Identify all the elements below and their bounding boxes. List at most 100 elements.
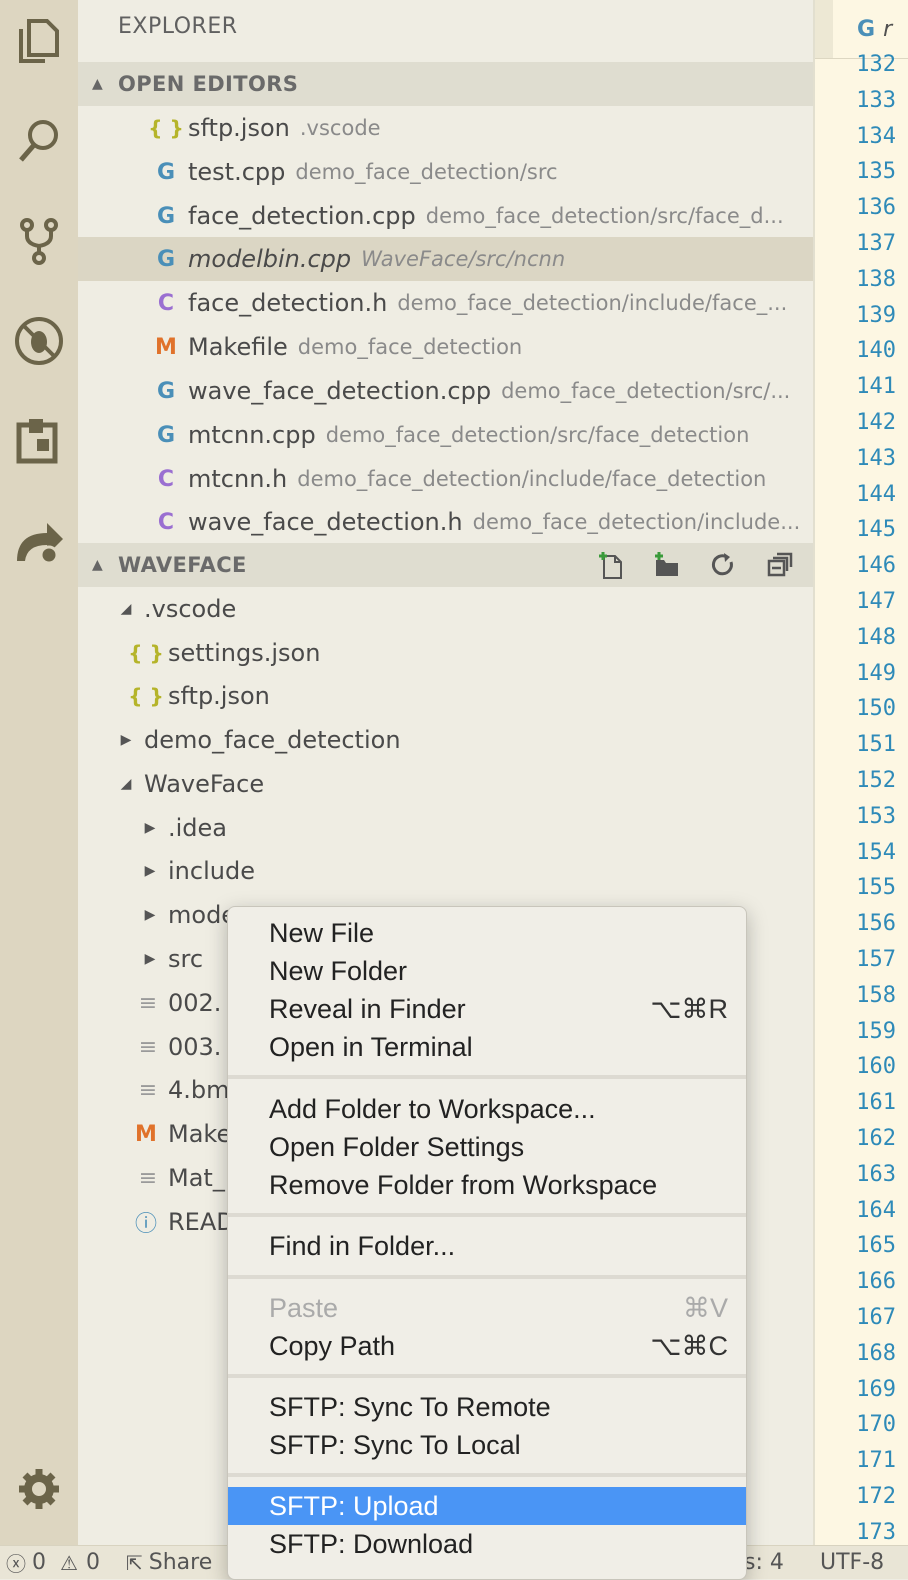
collapse-all-icon[interactable] bbox=[751, 550, 807, 580]
line-number: 136 bbox=[856, 195, 896, 221]
cpp-file-icon: G bbox=[156, 378, 176, 404]
editor-pane[interactable]: G r 132 133 134 135 136 137 138 139 140 141 142 143… bbox=[813, 0, 908, 1545]
menu-item-sftp-download[interactable]: SFTP: Download bbox=[228, 1525, 746, 1563]
editor-tab-strip: G r bbox=[815, 0, 908, 59]
line-number: 153 bbox=[856, 803, 896, 829]
menu-item-paste[interactable]: Paste ⌘V bbox=[228, 1289, 746, 1327]
line-number: 140 bbox=[856, 338, 896, 364]
makefile-icon: M bbox=[135, 1121, 157, 1147]
open-editor-name: mtcnn.h bbox=[188, 465, 288, 493]
menu-item-find-in-folder[interactable]: Find in Folder... bbox=[228, 1227, 746, 1265]
activity-bar bbox=[0, 0, 78, 1578]
tree-folder-vscode[interactable]: ◢ .vscode bbox=[78, 587, 813, 631]
encoding-label: UTF-8 bbox=[820, 1550, 885, 1575]
source-control-icon[interactable] bbox=[0, 206, 78, 276]
menu-item-add-folder-to-workspace[interactable]: Add Folder to Workspace... bbox=[228, 1090, 746, 1128]
open-editor-path: demo_face_detection/src/face_detection bbox=[325, 423, 750, 447]
new-file-icon[interactable] bbox=[583, 550, 639, 580]
files-icon[interactable] bbox=[0, 6, 78, 76]
collapse-triangle-icon: ▲ bbox=[92, 557, 104, 573]
expanded-triangle-icon: ◢ bbox=[120, 601, 132, 617]
indentation-item[interactable]: s: 4 bbox=[744, 1550, 784, 1575]
open-editors-title: OPEN EDITORS bbox=[118, 72, 299, 96]
refresh-icon[interactable] bbox=[695, 550, 751, 580]
line-number: 145 bbox=[856, 517, 896, 543]
open-editor-item[interactable]: C mtcnn.h demo_face_detection/include/fa… bbox=[78, 457, 813, 501]
open-editor-path: demo_face_detection/include... bbox=[472, 510, 801, 534]
new-folder-icon[interactable] bbox=[639, 550, 695, 580]
tree-folder[interactable]: ▶ include bbox=[78, 849, 813, 893]
line-number: 135 bbox=[856, 159, 896, 185]
line-number: 142 bbox=[856, 410, 896, 435]
workspace-header[interactable]: ▲ WAVEFACE bbox=[78, 543, 813, 587]
line-number: 150 bbox=[856, 696, 896, 722]
indentation-label: s: 4 bbox=[744, 1550, 784, 1575]
open-editor-path: .vscode bbox=[299, 116, 381, 140]
tree-folder[interactable]: ▶ .idea bbox=[78, 806, 813, 850]
menu-item-new-file[interactable]: New File bbox=[228, 914, 746, 952]
menu-item-new-folder[interactable]: New Folder bbox=[228, 952, 746, 990]
line-number: 156 bbox=[856, 911, 896, 937]
menu-item-open-in-terminal[interactable]: Open in Terminal bbox=[228, 1028, 746, 1066]
open-editor-item[interactable]: C face_detection.h demo_face_detection/i… bbox=[78, 281, 813, 325]
search-icon[interactable] bbox=[0, 106, 78, 176]
open-editors-header[interactable]: ▲ OPEN EDITORS bbox=[78, 62, 813, 106]
menu-item-sftp-upload[interactable]: SFTP: Upload bbox=[228, 1487, 746, 1525]
open-editor-item[interactable]: G mtcnn.cpp demo_face_detection/src/face… bbox=[78, 413, 813, 457]
tree-item-label: .vscode bbox=[144, 595, 237, 623]
line-number: 155 bbox=[856, 875, 896, 901]
tree-folder[interactable]: ▶ demo_face_detection bbox=[78, 718, 813, 762]
menu-item-sftp-sync-to-remote[interactable]: SFTP: Sync To Remote bbox=[228, 1388, 746, 1426]
open-editor-item-selected[interactable]: G modelbin.cpp WaveFace/src/ncnn bbox=[78, 237, 813, 281]
open-editor-name: test.cpp bbox=[188, 158, 286, 186]
info-icon: ⓘ bbox=[134, 1212, 157, 1237]
debug-icon[interactable] bbox=[0, 306, 78, 376]
line-number: 146 bbox=[856, 553, 896, 579]
remote-explorer-icon[interactable] bbox=[0, 506, 78, 576]
tree-item-label: settings.json bbox=[168, 639, 321, 667]
menu-item-label: SFTP: Upload bbox=[269, 1490, 439, 1521]
text-file-icon: ≡ bbox=[138, 1034, 158, 1060]
cpp-file-icon: G bbox=[156, 246, 176, 272]
problems-indicator[interactable]: ⓧ 0 ⚠ 0 bbox=[6, 1548, 100, 1577]
menu-item-sftp-sync-to-local[interactable]: SFTP: Sync To Local bbox=[228, 1426, 746, 1464]
text-file-icon: ≡ bbox=[138, 990, 158, 1016]
text-file-icon: ≡ bbox=[138, 1077, 158, 1103]
open-editor-item[interactable]: C wave_face_detection.h demo_face_detect… bbox=[78, 500, 813, 544]
encoding-item[interactable]: UTF-8 bbox=[820, 1550, 884, 1575]
tree-file[interactable]: { } settings.json bbox=[78, 631, 813, 675]
line-number: 149 bbox=[856, 660, 896, 686]
editor-tab[interactable]: G r bbox=[833, 0, 908, 58]
open-editor-item[interactable]: G wave_face_detection.cpp demo_face_dete… bbox=[78, 369, 813, 413]
menu-separator bbox=[228, 1275, 746, 1279]
open-editor-name: Makefile bbox=[188, 333, 288, 361]
extensions-icon[interactable] bbox=[0, 406, 78, 476]
menu-item-remove-folder[interactable]: Remove Folder from Workspace bbox=[228, 1166, 746, 1204]
makefile-icon: M bbox=[155, 334, 177, 360]
error-count: 0 bbox=[32, 1550, 46, 1575]
tree-folder[interactable]: ◢ WaveFace bbox=[78, 762, 813, 806]
open-editor-item[interactable]: { } sftp.json .vscode bbox=[78, 106, 813, 150]
open-editor-item[interactable]: G face_detection.cpp demo_face_detection… bbox=[78, 194, 813, 238]
menu-item-open-folder-settings[interactable]: Open Folder Settings bbox=[228, 1128, 746, 1166]
cpp-file-icon: G bbox=[857, 16, 876, 42]
line-number: 163 bbox=[856, 1161, 896, 1187]
json-file-icon: { } bbox=[148, 116, 184, 140]
line-number: 159 bbox=[856, 1018, 896, 1044]
cpp-file-icon: G bbox=[156, 203, 176, 229]
menu-item-copy-path[interactable]: Copy Path ⌥⌘C bbox=[228, 1327, 746, 1365]
menu-separator bbox=[228, 1374, 746, 1378]
line-number: 167 bbox=[856, 1305, 896, 1330]
cpp-file-icon: G bbox=[156, 159, 176, 185]
open-editor-name: mtcnn.cpp bbox=[188, 421, 316, 449]
line-number: 161 bbox=[856, 1090, 896, 1116]
tree-item-label: .idea bbox=[168, 814, 228, 842]
open-editor-item[interactable]: G test.cpp demo_face_detection/src bbox=[78, 150, 813, 194]
line-number: 138 bbox=[856, 266, 896, 292]
tree-file[interactable]: { } sftp.json bbox=[78, 674, 813, 718]
gear-icon[interactable] bbox=[0, 1454, 78, 1524]
menu-item-label: Remove Folder from Workspace bbox=[269, 1169, 658, 1200]
menu-item-reveal-in-finder[interactable]: Reveal in Finder ⌥⌘R bbox=[228, 990, 746, 1028]
open-editor-item[interactable]: M Makefile demo_face_detection bbox=[78, 325, 813, 369]
share-item[interactable]: ⇱ Share bbox=[126, 1550, 212, 1575]
